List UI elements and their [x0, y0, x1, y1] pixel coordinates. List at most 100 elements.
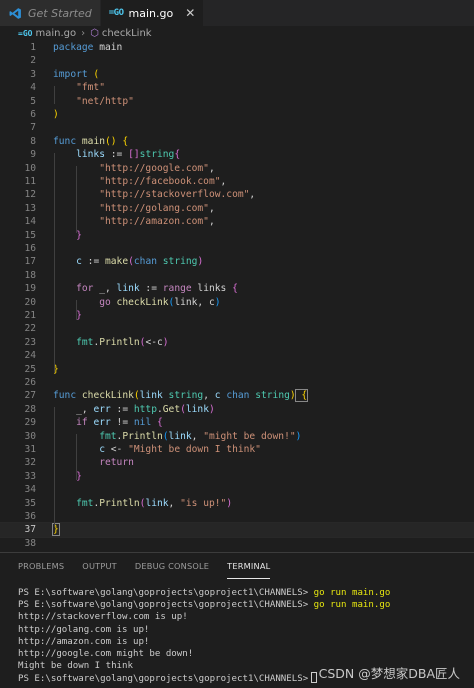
panel-tab-bar: PROBLEMS OUTPUT DEBUG CONSOLE TERMINAL [0, 553, 474, 579]
code-token: http [133, 403, 157, 415]
indent-guide [54, 407, 55, 527]
code-token: { [174, 149, 181, 161]
indent-guide [54, 153, 55, 373]
code-line[interactable]: 26 [0, 376, 474, 389]
tab-get-started[interactable]: Get Started [0, 0, 101, 26]
code-line[interactable]: 24 [0, 349, 474, 362]
line-number: 22 [24, 323, 36, 335]
code-line[interactable]: 23 fmt.Println(<-c) [0, 336, 474, 349]
breadcrumb-file[interactable]: main.go [35, 28, 76, 39]
tab-terminal[interactable]: TERMINAL [227, 553, 271, 579]
line-number: 20 [24, 296, 36, 308]
code-token: , [208, 216, 215, 228]
line-number: 32 [24, 457, 36, 469]
code-line[interactable]: 2 [0, 54, 474, 67]
line-number: 15 [24, 229, 36, 241]
code-line[interactable]: 16 [0, 242, 474, 255]
code-token: ) [53, 109, 59, 120]
line-number: 28 [24, 403, 36, 415]
line-number: 18 [24, 269, 36, 281]
code-token: links [76, 149, 105, 161]
code-token: "net/http" [76, 95, 134, 107]
code-line[interactable]: 8 func main() { [0, 135, 474, 148]
close-icon[interactable]: ✕ [185, 6, 195, 20]
breadcrumb-symbol[interactable]: checkLink [102, 28, 152, 39]
code-token: checkLink [81, 390, 134, 402]
line-number: 23 [24, 336, 36, 348]
code-token: "http://google.com" [99, 162, 209, 174]
code-token: checkLink [110, 296, 169, 308]
code-line[interactable]: 30 fmt.Println(link, "might be down!") [0, 430, 474, 443]
code-line[interactable]: 12 "http://stackoverflow.com", [0, 188, 474, 201]
code-token: "is up!" [180, 497, 227, 509]
line-number: 14 [24, 216, 36, 228]
code-text: "net/http" [53, 95, 134, 108]
code-token: := [110, 403, 134, 415]
code-token: func [53, 390, 77, 402]
code-line[interactable]: 28 _, err := http.Get(link) [0, 403, 474, 416]
code-line[interactable]: 29 if err != nil { [0, 416, 474, 429]
code-line[interactable]: 31 c <- "Might be down I think" [0, 443, 474, 456]
code-line[interactable]: 34 [0, 483, 474, 496]
line-number: 4 [30, 82, 36, 94]
code-text: "http://google.com", [53, 162, 215, 175]
code-text: } [53, 229, 82, 242]
line-number: 19 [24, 283, 36, 295]
line-number: 36 [24, 511, 36, 522]
code-editor[interactable]: 1 package main 2 3 import (4 "fmt" 5 "net/htt… [0, 40, 474, 552]
code-line[interactable]: 17 c := make(chan string) [0, 255, 474, 268]
line-number: 25 [24, 363, 36, 375]
line-number: 21 [24, 310, 36, 321]
code-token: make [105, 256, 129, 268]
vscode-logo-icon [8, 6, 22, 20]
code-text: "fmt" [53, 81, 105, 94]
code-token: <- [105, 444, 129, 455]
code-line[interactable]: 1 package main [0, 41, 474, 54]
code-token: string [139, 149, 175, 161]
code-text: if err != nil { [53, 416, 163, 429]
line-number: 11 [24, 176, 36, 187]
code-line[interactable]: 37} [0, 522, 474, 538]
editor-tab-bar: Get Started =GO main.go ✕ [0, 0, 474, 26]
code-line[interactable]: 33 } [0, 470, 474, 483]
code-token: import [53, 68, 88, 80]
code-line[interactable]: 11 "http://facebook.com", [0, 175, 474, 188]
code-token: link [145, 497, 169, 509]
code-line[interactable]: 3 import ( [0, 68, 474, 81]
line-number: 29 [24, 417, 36, 429]
terminal-prompt: PS E:\software\golang\goprojects\goproje… [18, 588, 309, 598]
code-line[interactable]: 27 func checkLink(link string, c chan str… [0, 389, 474, 403]
tab-main-go[interactable]: =GO main.go ✕ [100, 0, 205, 26]
indent-guide [76, 166, 77, 233]
code-text: c <- "Might be down I think" [53, 443, 261, 456]
line-number: 8 [30, 135, 36, 147]
tab-problems[interactable]: PROBLEMS [18, 553, 64, 579]
code-line[interactable]: 9 links := []string{ [0, 148, 474, 161]
code-line[interactable]: 25} [0, 363, 474, 376]
code-token: , [208, 162, 215, 174]
code-line[interactable]: 14 "http://amazon.com", [0, 215, 474, 228]
code-token: () [105, 135, 117, 147]
code-token: Println [99, 497, 140, 509]
code-line[interactable]: 32 return [0, 456, 474, 469]
tab-output[interactable]: OUTPUT [82, 553, 117, 579]
code-line[interactable]: 22 [0, 322, 474, 335]
code-text: fmt.Println(link, "is up!") [53, 497, 232, 510]
code-line[interactable]: 6) [0, 108, 474, 121]
code-line[interactable]: 10 "http://google.com", [0, 162, 474, 175]
code-line[interactable]: 7 [0, 121, 474, 134]
code-line[interactable]: 21 } [0, 309, 474, 322]
code-line[interactable]: 15 } [0, 229, 474, 242]
code-line[interactable]: 36 [0, 510, 474, 523]
tabbar-empty-area [204, 0, 474, 26]
code-line[interactable]: 4 "fmt" [0, 81, 474, 94]
code-line[interactable]: 18 [0, 269, 474, 282]
breadcrumb: =GO main.go › ⬡ checkLink [0, 26, 474, 40]
code-line[interactable]: 35 fmt.Println(link, "is up!") [0, 497, 474, 510]
code-line[interactable]: 20 go checkLink(link, c) [0, 296, 474, 309]
code-line[interactable]: 13 "http://golang.com", [0, 202, 474, 215]
code-line[interactable]: 19 for _, link := range links { [0, 282, 474, 295]
code-line[interactable]: 38 [0, 537, 474, 550]
tab-debug-console[interactable]: DEBUG CONSOLE [135, 553, 209, 579]
code-line[interactable]: 5 "net/http" [0, 95, 474, 108]
